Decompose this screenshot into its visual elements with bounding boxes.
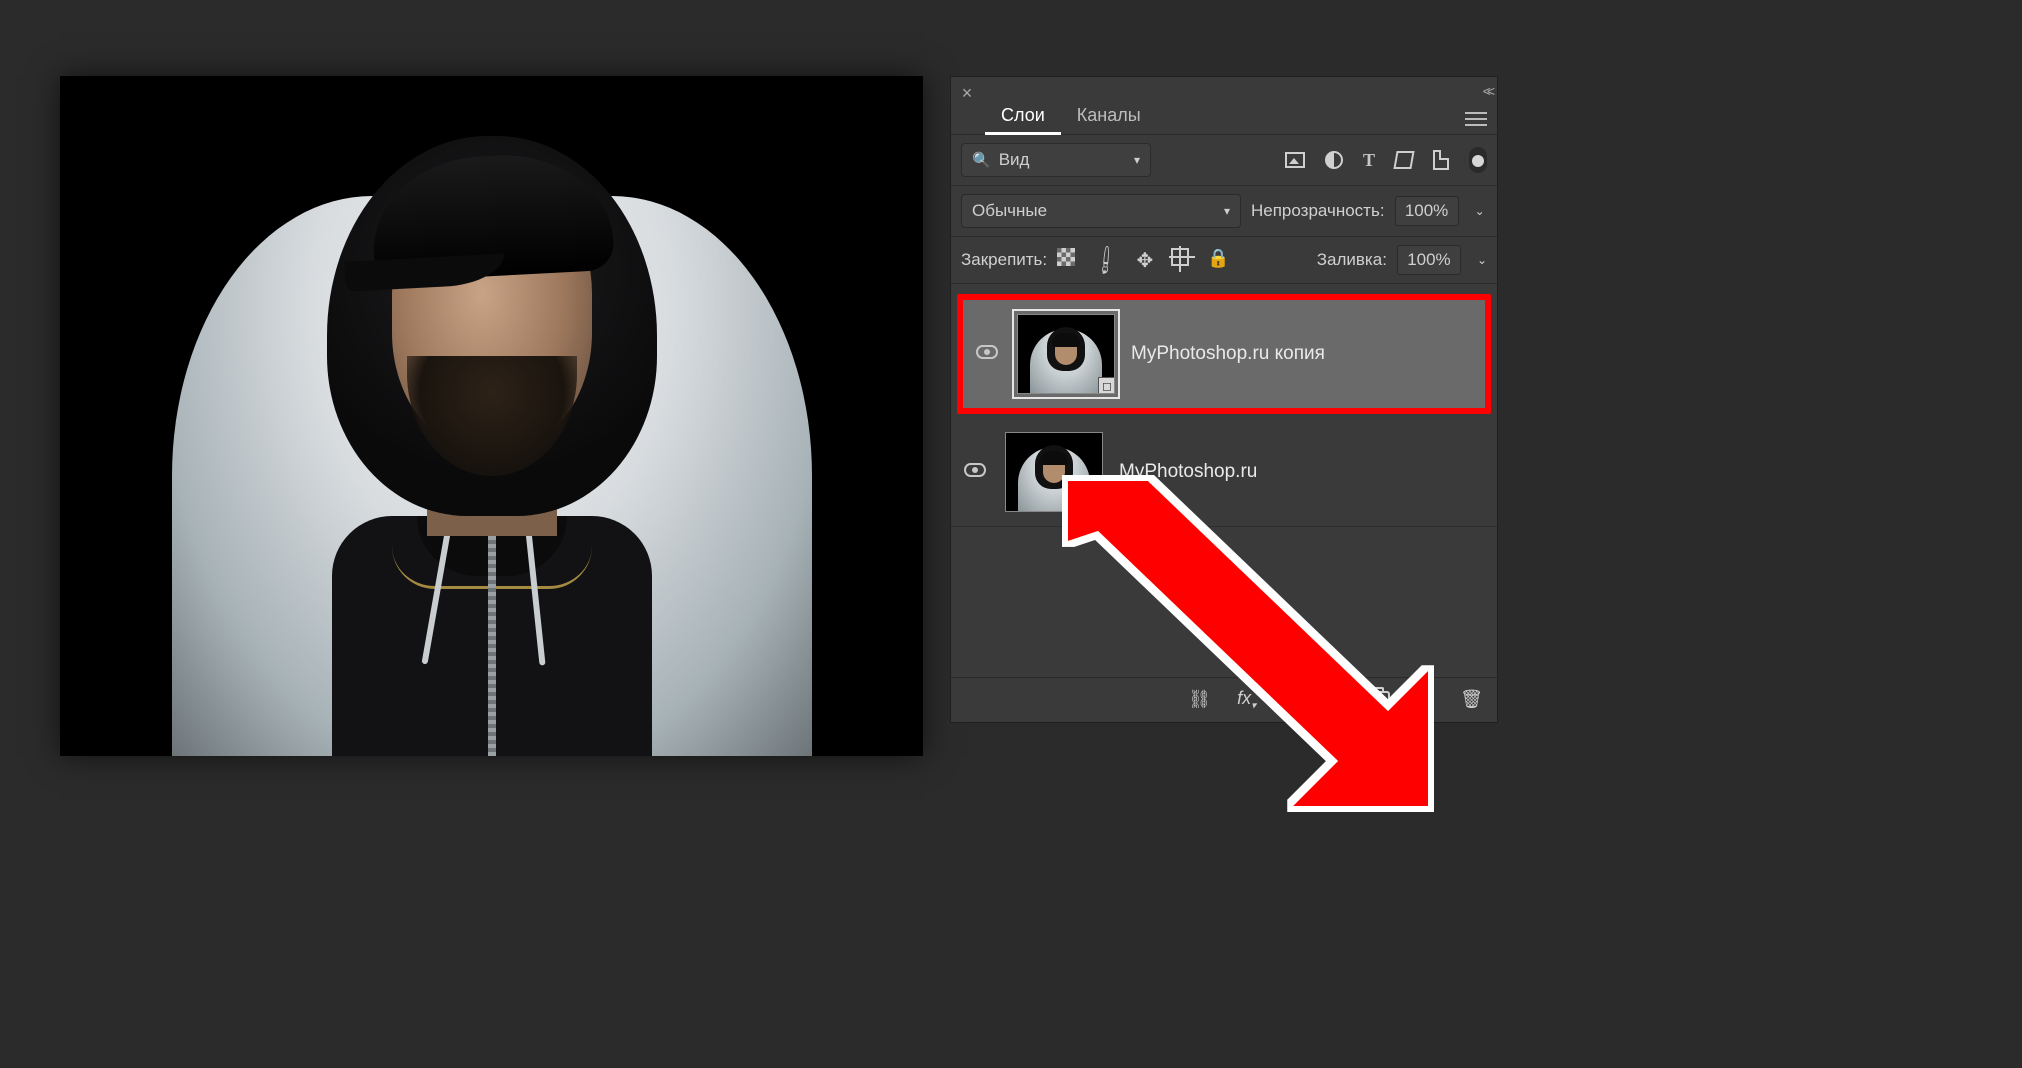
blend-mode-dropdown[interactable]: Обычные ▾ xyxy=(961,194,1241,228)
eye-icon xyxy=(964,463,986,477)
link-layers-icon[interactable]: ⛓ xyxy=(1188,689,1211,710)
opacity-value[interactable]: 100% xyxy=(1395,196,1459,226)
layer-row[interactable]: ◻ MyPhotoshop.ru копия xyxy=(957,294,1491,414)
lock-artboard-icon[interactable] xyxy=(1171,248,1189,273)
visibility-toggle[interactable] xyxy=(973,344,1001,364)
filter-shape-icon[interactable] xyxy=(1395,147,1413,173)
chevron-down-icon: ▾ xyxy=(1134,153,1140,167)
chevron-down-icon: ▾ xyxy=(1224,204,1230,218)
filter-type-icon[interactable]: T xyxy=(1363,147,1375,173)
filter-adjustment-icon[interactable] xyxy=(1325,147,1343,173)
adjustment-layer-icon[interactable] xyxy=(1326,688,1344,711)
filter-kind-dropdown[interactable]: 🔍 Вид ▾ xyxy=(961,143,1151,177)
fill-label: Заливка: xyxy=(1317,250,1387,270)
filter-pixel-icon[interactable] xyxy=(1285,147,1305,173)
collapse-icon[interactable]: << xyxy=(1483,83,1491,99)
search-icon: 🔍 xyxy=(972,151,991,169)
portrait-graphic xyxy=(152,76,832,756)
layer-name[interactable]: MyPhotoshop.ru xyxy=(1119,461,1257,483)
lock-position-icon[interactable]: ✥ xyxy=(1137,248,1154,273)
opacity-chevron-icon[interactable]: ⌄ xyxy=(1475,204,1485,218)
new-group-icon[interactable] xyxy=(1370,689,1390,710)
layer-thumbnail[interactable]: ◻ xyxy=(1005,432,1103,512)
new-layer-icon[interactable] xyxy=(1416,688,1434,711)
filter-kind-label: Вид xyxy=(999,150,1030,170)
layer-row[interactable]: ◻ MyPhotoshop.ru xyxy=(951,418,1497,527)
lock-row: Закрепить: 🖌 ✥ 🔒 Заливка: 100% ⌄ xyxy=(951,237,1497,284)
delete-layer-icon[interactable]: 🗑 xyxy=(1460,689,1483,710)
layers-panel: × Слои Каналы << 🔍 Вид ▾ T Обычные ▾ Неп… xyxy=(950,76,1498,723)
filter-row: 🔍 Вид ▾ T xyxy=(951,135,1497,186)
layer-style-icon[interactable]: fx▾ xyxy=(1237,688,1256,712)
filter-toggle[interactable] xyxy=(1469,147,1487,173)
lock-all-icon[interactable]: 🔒 xyxy=(1207,248,1229,273)
panel-header: × Слои Каналы << xyxy=(951,77,1497,135)
blend-mode-value: Обычные xyxy=(972,201,1047,221)
smart-object-badge-icon: ◻ xyxy=(1086,495,1103,512)
fill-value[interactable]: 100% xyxy=(1397,245,1461,275)
panel-menu-icon[interactable] xyxy=(1465,112,1487,126)
document-canvas[interactable] xyxy=(60,76,923,756)
opacity-label: Непрозрачность: xyxy=(1251,201,1385,221)
lock-brush-icon[interactable]: 🖌 xyxy=(1088,242,1124,277)
add-mask-icon[interactable] xyxy=(1282,689,1300,710)
tab-layers[interactable]: Слои xyxy=(985,95,1061,134)
layers-empty-area[interactable] xyxy=(951,527,1497,677)
lock-label: Закрепить: xyxy=(961,250,1047,270)
layers-list: ◻ MyPhotoshop.ru копия ◻ MyPhotoshop.ru xyxy=(951,284,1497,677)
smart-object-badge-icon: ◻ xyxy=(1098,377,1115,394)
layer-thumbnail[interactable]: ◻ xyxy=(1017,314,1115,394)
visibility-toggle[interactable] xyxy=(961,462,989,482)
layer-name[interactable]: MyPhotoshop.ru копия xyxy=(1131,343,1325,365)
eye-icon xyxy=(976,345,998,359)
blend-row: Обычные ▾ Непрозрачность: 100% ⌄ xyxy=(951,186,1497,237)
panel-footer: ⛓ fx▾ 🗑 xyxy=(951,677,1497,722)
close-icon[interactable]: × xyxy=(951,77,983,104)
filter-smartobject-icon[interactable] xyxy=(1433,147,1449,173)
lock-pixels-icon[interactable] xyxy=(1057,248,1075,273)
fill-chevron-icon[interactable]: ⌄ xyxy=(1477,253,1487,267)
tab-channels[interactable]: Каналы xyxy=(1061,95,1157,134)
